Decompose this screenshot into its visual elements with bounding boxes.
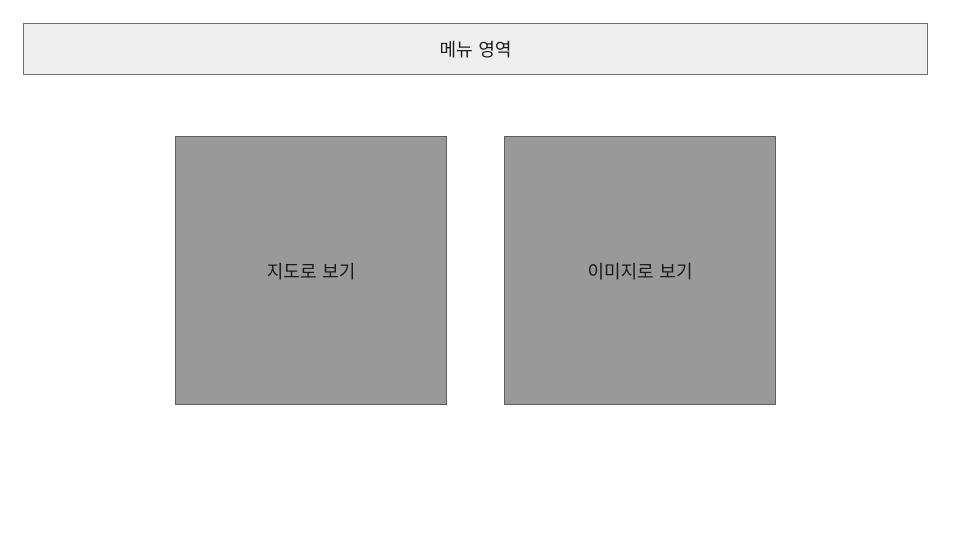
view-by-map-label: 지도로 보기 — [266, 261, 356, 283]
view-by-image-label: 이미지로 보기 — [587, 261, 693, 283]
menu-area[interactable]: 메뉴 영역 — [23, 23, 928, 75]
view-by-image-button[interactable]: 이미지로 보기 — [504, 136, 776, 405]
view-by-map-button[interactable]: 지도로 보기 — [175, 136, 447, 405]
menu-area-label: 메뉴 영역 — [439, 40, 512, 61]
